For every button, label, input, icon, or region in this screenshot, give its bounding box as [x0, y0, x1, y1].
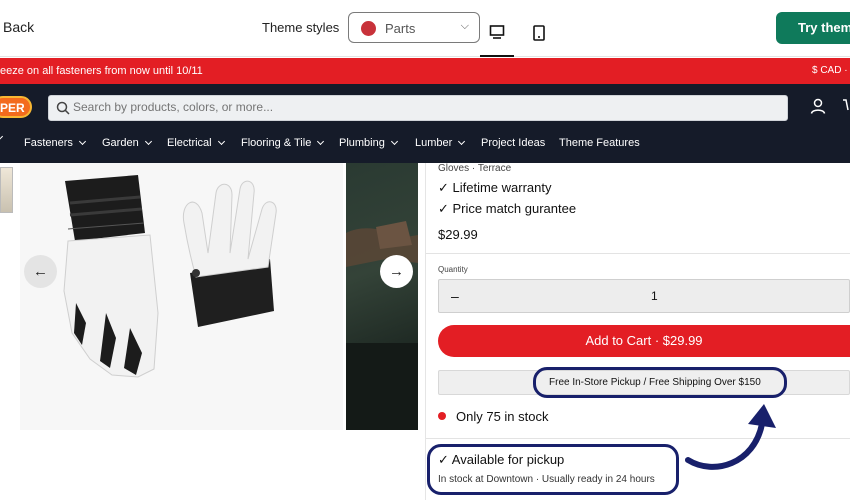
theme-style-select[interactable]: Parts ⌵: [348, 12, 480, 43]
search-icon: [56, 101, 70, 115]
gloves-illustration: [63, 175, 277, 378]
chevron-down-icon: [78, 137, 86, 146]
annotation-highlight-pickup-banner: [533, 367, 787, 398]
feature-lifetime-warranty: ✓ Lifetime warranty: [438, 180, 552, 195]
announcement-text: eeze on all fasteners from now until 10/…: [0, 65, 203, 77]
mobile-icon: [533, 25, 545, 41]
gallery-next-button[interactable]: →: [380, 255, 413, 288]
stock-status-dot: [438, 412, 446, 420]
add-to-cart-button[interactable]: Add to Cart · $29.99: [438, 325, 850, 357]
product-image-gloves: [20, 163, 343, 430]
arrow-left-icon: ←: [33, 263, 48, 280]
nav-item-garden[interactable]: Garden: [102, 137, 152, 149]
back-label: Back: [3, 19, 35, 35]
nav-label: Project Ideas: [481, 137, 546, 149]
style-color-swatch: [361, 21, 376, 36]
product-vendor: Gloves · Terrace: [438, 163, 512, 174]
nav-label: Garden: [102, 137, 139, 149]
store-logo[interactable]: PER: [0, 96, 32, 118]
account-icon[interactable]: [810, 98, 826, 114]
mobile-view-button[interactable]: [522, 16, 556, 50]
search-bar: [48, 95, 788, 121]
theme-styles-label: Theme styles: [262, 20, 340, 35]
nav-item-fasteners[interactable]: Fasteners: [24, 137, 86, 149]
gallery-thumbnail[interactable]: [0, 167, 13, 213]
nav-item-theme-features[interactable]: Theme Features: [559, 137, 640, 149]
nav-item-plumbing[interactable]: Plumbing: [339, 137, 398, 149]
desktop-view-button[interactable]: [480, 14, 514, 57]
chevron-down-icon: [0, 132, 4, 141]
feature-price-match: ✓ Price match gurantee: [438, 201, 577, 216]
nav-item-project-ideas[interactable]: Project Ideas: [481, 137, 545, 149]
theme-editor-bar: Back Theme styles Parts ⌵ Try theme: [0, 0, 850, 57]
chevron-down-icon: [458, 137, 466, 146]
nav-label: Flooring & Tile: [241, 137, 312, 149]
style-select-value: Parts: [385, 21, 416, 36]
column-divider: [425, 163, 426, 500]
gallery-prev-button[interactable]: ←: [24, 255, 57, 288]
chevron-down-icon: ⌵: [460, 20, 469, 32]
back-link[interactable]: Back: [3, 19, 34, 35]
model-hand-illustration: [346, 221, 418, 430]
stock-text: Only 75 in stock: [456, 409, 549, 424]
announcement-bar: eeze on all fasteners from now until 10/…: [0, 58, 850, 84]
arrow-right-icon: →: [389, 263, 404, 280]
currency-selector[interactable]: $ CAD · En: [812, 65, 850, 76]
try-theme-button[interactable]: Try theme: [776, 12, 850, 44]
product-image-model: [346, 163, 418, 430]
nav-dropdown-first[interactable]: [0, 132, 4, 141]
product-price: $29.99: [438, 227, 478, 242]
nav-item-lumber[interactable]: Lumber: [415, 137, 466, 149]
chevron-down-icon: [317, 137, 325, 146]
search-input[interactable]: [73, 100, 773, 114]
quantity-value[interactable]: 1: [651, 289, 658, 303]
nav-label: Fasteners: [24, 137, 73, 149]
annotation-arrow: [685, 404, 776, 470]
quantity-label: Quantity: [438, 265, 468, 274]
quantity-stepper: – 1: [438, 279, 850, 313]
chevron-down-icon: [144, 137, 152, 146]
store-header: PER Fasteners Garden Electrical Flooring…: [0, 84, 850, 163]
desktop-icon: [489, 25, 505, 39]
nav-label: Theme Features: [559, 137, 640, 149]
divider: [426, 253, 850, 254]
divider: [426, 438, 850, 439]
nav-item-electrical[interactable]: Electrical: [167, 137, 225, 149]
cart-icon[interactable]: [842, 98, 850, 114]
chevron-down-icon: [217, 137, 225, 146]
nav-label: Plumbing: [339, 137, 385, 149]
chevron-down-icon: [390, 137, 398, 146]
nav-item-flooring-tile[interactable]: Flooring & Tile: [241, 137, 325, 149]
nav-label: Lumber: [415, 137, 453, 149]
annotation-highlight-availability: [427, 444, 679, 495]
nav-label: Electrical: [167, 137, 212, 149]
quantity-decrease-button[interactable]: –: [451, 288, 459, 304]
